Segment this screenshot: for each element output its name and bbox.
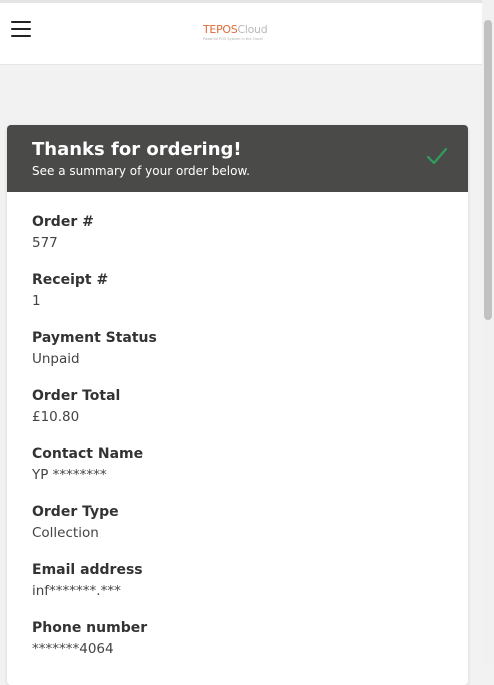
- field-label: Contact Name: [32, 446, 144, 462]
- field-label: Order Type: [32, 504, 119, 520]
- confirmation-subtitle: See a summary of your order below.: [32, 164, 250, 178]
- order-number-field: Order # 577: [32, 214, 94, 252]
- payment-status-field: Payment Status Unpaid: [32, 330, 157, 368]
- field-label: Receipt #: [32, 272, 109, 288]
- contact-name-field: Contact Name YP ********: [32, 446, 143, 484]
- scrollbar-thumb[interactable]: [484, 20, 492, 320]
- field-value: 1: [32, 293, 41, 309]
- field-value: inf*******.***: [32, 583, 121, 599]
- brand-name-part1: TEPOS: [203, 23, 238, 36]
- field-value: Unpaid: [32, 351, 80, 367]
- brand-tagline: Powerful POS System in the Cloud: [203, 37, 263, 41]
- order-type-field: Order Type Collection: [32, 504, 119, 542]
- order-total-field: Order Total £10.80: [32, 388, 120, 426]
- brand-logo[interactable]: TEPOSCloud Powerful POS System in the Cl…: [203, 23, 273, 42]
- field-value: £10.80: [32, 409, 80, 425]
- confirmation-banner: Thanks for ordering! See a summary of yo…: [7, 125, 468, 192]
- confirmation-title: Thanks for ordering!: [32, 139, 242, 160]
- email-address-field: Email address inf*******.***: [32, 562, 143, 600]
- field-label: Order Total: [32, 388, 121, 404]
- field-label: Order #: [32, 214, 94, 230]
- order-summary-card: Thanks for ordering! See a summary of yo…: [7, 125, 468, 685]
- field-label: Phone number: [32, 620, 148, 636]
- checkmark-icon: [426, 147, 448, 165]
- brand-name-part2: Cloud: [237, 23, 268, 36]
- hamburger-menu-icon[interactable]: [11, 21, 31, 37]
- field-value: *******4064: [32, 641, 114, 657]
- phone-number-field: Phone number *******4064: [32, 620, 147, 658]
- app-header: TEPOSCloud Powerful POS System in the Cl…: [0, 3, 482, 65]
- field-label: Payment Status: [32, 330, 157, 346]
- field-value: 577: [32, 235, 58, 251]
- field-label: Email address: [32, 562, 143, 578]
- field-value: YP ********: [32, 467, 107, 483]
- receipt-number-field: Receipt # 1: [32, 272, 108, 310]
- field-value: Collection: [32, 525, 99, 541]
